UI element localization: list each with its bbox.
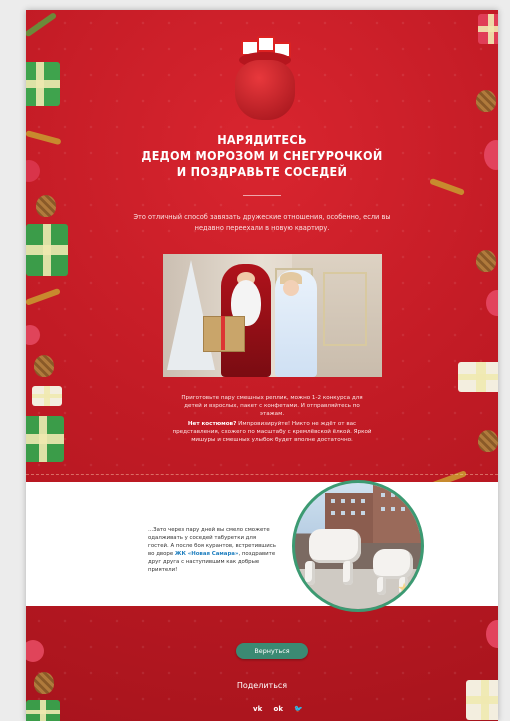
gift-box-icon xyxy=(26,62,60,106)
gift-sack-icon xyxy=(233,36,297,120)
vk-icon[interactable]: vk xyxy=(253,704,262,714)
page: НАРЯДИТЕСЬ ДЕДОМ МОРОЗОМ И СНЕГУРОЧКОЙ И… xyxy=(26,10,498,721)
star-icon: ★ xyxy=(397,579,412,598)
gift-box-icon xyxy=(26,224,68,276)
title-line-3: И ПОЗДРАВЬТЕ СОСЕДЕЙ xyxy=(176,164,348,179)
gift-box-icon xyxy=(32,386,62,406)
gift-box-icon xyxy=(26,416,64,462)
polar-bears-photo: ★ xyxy=(292,480,424,612)
pine-cone-icon xyxy=(478,430,498,452)
back-button[interactable]: Вернуться xyxy=(236,643,308,659)
pine-cone-icon xyxy=(36,195,56,217)
page-title: НАРЯДИТЕСЬ ДЕДОМ МОРОЗОМ И СНЕГУРОЧКОЙ И… xyxy=(26,132,498,180)
pine-cone-icon xyxy=(476,90,496,112)
santa-snegurochka-photo xyxy=(163,254,382,377)
gift-box-icon xyxy=(26,700,60,721)
no-costumes-paragraph: Нет костюмов? Импровизируйте! Никто не ж… xyxy=(168,420,376,444)
title-line-1: НАРЯДИТЕСЬ xyxy=(217,132,307,147)
novaya-samara-link[interactable]: ЖК «Новая Самара» xyxy=(175,551,239,557)
title-line-2: ДЕДОМ МОРОЗОМ И СНЕГУРОЧКОЙ xyxy=(141,148,383,163)
share-label: Поделиться xyxy=(236,681,288,690)
gift-box-icon xyxy=(478,14,498,44)
no-costumes-bold: Нет костюмов? xyxy=(187,421,237,427)
dashed-divider xyxy=(26,474,498,475)
pine-cone-icon xyxy=(34,355,54,377)
intro-text: Это отличный способ завязать дружеские о… xyxy=(133,213,391,232)
tips-paragraph: Приготовьте пару смешных реплик, можно 1… xyxy=(181,395,363,417)
social-share-links: vk ok 🐦 xyxy=(253,704,303,714)
title-divider xyxy=(243,195,281,196)
pine-cone-icon xyxy=(476,250,496,272)
neighbors-text: ...Зато через пару дней вы смело сможете… xyxy=(148,526,278,574)
odnoklassniki-icon[interactable]: ok xyxy=(274,704,283,714)
twitter-icon[interactable]: 🐦 xyxy=(294,704,303,714)
gift-box-icon xyxy=(458,362,498,392)
